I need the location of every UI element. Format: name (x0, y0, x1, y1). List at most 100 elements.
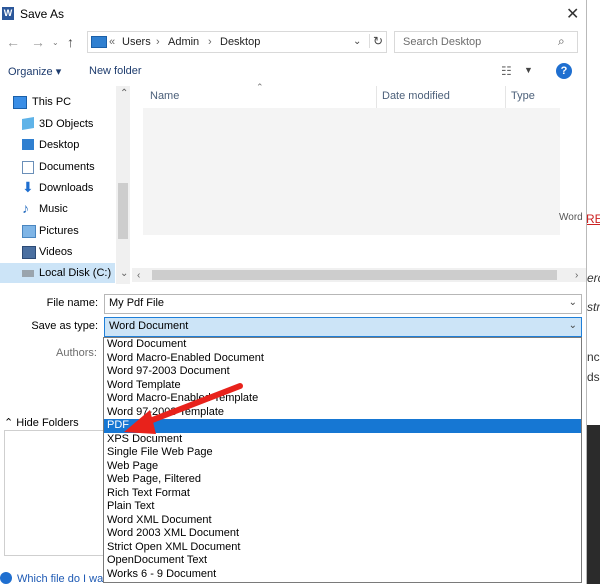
up-arrow-icon[interactable]: ↑ (67, 34, 74, 50)
sidebar-item-pictures[interactable]: Pictures (0, 221, 115, 241)
scroll-down-icon[interactable]: ⌄ (120, 268, 128, 279)
sidebar-item-label: Videos (39, 246, 73, 258)
save-as-type-value: Word Document (109, 320, 189, 332)
column-header-type[interactable]: Type (511, 90, 535, 102)
back-arrow-icon[interactable]: ← (6, 34, 20, 50)
help-circle-icon (0, 572, 12, 584)
dropdown-option[interactable]: Web Page (104, 460, 581, 474)
file-list-blurred (143, 108, 560, 235)
red-annotation-arrow (124, 383, 243, 434)
dropdown-option[interactable]: Strict Open XML Document (104, 541, 581, 555)
dropdown-option[interactable]: Word 2003 XML Document (104, 527, 581, 541)
dropdown-option[interactable]: Word Macro-Enabled Document (104, 352, 581, 366)
bg-fragment-ncl: ncl (587, 350, 600, 364)
video-icon (22, 246, 36, 259)
save-as-type-label: Save as type: (31, 320, 98, 332)
scroll-right-icon[interactable]: › (575, 270, 578, 281)
new-folder-button[interactable]: New folder (89, 65, 142, 77)
download-icon: ⬇ (22, 179, 34, 195)
dropdown-option[interactable]: Word 97-2003 Document (104, 365, 581, 379)
file-name-field[interactable]: My Pdf File ⌄ (104, 294, 582, 314)
music-icon: ♪ (22, 200, 29, 216)
navigation-pane: This PC 3D Objects Desktop Documents ⬇ D… (0, 86, 132, 288)
dropdown-option[interactable]: Plain Text (104, 500, 581, 514)
dropdown-option[interactable]: Word Document (104, 338, 581, 352)
breadcrumb-separator: › (156, 36, 160, 48)
chevron-down-icon[interactable]: ⌄ (569, 297, 577, 308)
column-separator (376, 86, 377, 108)
breadcrumb-desktop[interactable]: Desktop (220, 36, 260, 48)
computer-icon (13, 96, 27, 109)
dropdown-option[interactable]: OpenDocument Text (104, 554, 581, 568)
authors-label: Authors: (56, 347, 97, 359)
sidebar-item-label: Documents (39, 161, 95, 173)
scroll-up-icon[interactable]: ⌃ (120, 88, 128, 99)
this-pc-icon (91, 36, 107, 48)
sidebar-item-local-disk[interactable]: Local Disk (C:) (0, 263, 115, 283)
breadcrumb-admin[interactable]: Admin (168, 36, 199, 48)
address-dropdown-icon[interactable]: ⌄ (353, 36, 361, 47)
save-as-dialog: W Save As ✕ ← → ⌄ ↑ « Users › Admin › De… (0, 0, 587, 585)
sidebar-item-documents[interactable]: Documents (0, 157, 115, 177)
cube-icon (22, 116, 34, 131)
sidebar-item-3d-objects[interactable]: 3D Objects (0, 114, 115, 134)
column-header-name[interactable]: Name (150, 90, 179, 102)
breadcrumb-overflow[interactable]: « (109, 36, 115, 48)
sidebar-item-videos[interactable]: Videos (0, 242, 115, 262)
sidebar-item-label: Desktop (39, 139, 80, 151)
sidebar-item-label: Downloads (39, 182, 94, 194)
organize-button[interactable]: Organize ▾ (8, 65, 61, 78)
dropdown-option[interactable]: Web Page, Filtered (104, 473, 581, 487)
drive-icon (22, 270, 34, 277)
background-dark-panel (586, 425, 600, 584)
sidebar-item-label: This PC (32, 96, 72, 108)
dropdown-option[interactable]: Rich Text Format (104, 487, 581, 501)
bg-fragment-ds: ds, (587, 370, 600, 384)
pictures-icon (22, 225, 36, 238)
dropdown-option[interactable]: Word XML Document (104, 514, 581, 528)
search-box[interactable]: Search Desktop ⌕ (394, 31, 578, 53)
save-as-type-dropdown: Word Document Word Macro-Enabled Documen… (103, 337, 582, 583)
title-bar: W Save As ✕ (0, 0, 586, 28)
forward-arrow-icon[interactable]: → (31, 34, 45, 50)
recent-chevron-icon[interactable]: ⌄ (52, 38, 59, 47)
save-as-type-select[interactable]: Word Document ⌄ (104, 317, 582, 337)
search-icon: ⌕ (558, 34, 565, 48)
dropdown-option[interactable]: Single File Web Page (104, 446, 581, 460)
sidebar-item-this-pc[interactable]: This PC (0, 92, 115, 112)
breadcrumb-separator: › (208, 36, 212, 48)
help-button[interactable]: ? (556, 63, 572, 79)
sidebar-item-downloads[interactable]: ⬇ Downloads (0, 178, 115, 198)
scroll-left-icon[interactable]: ‹ (137, 270, 140, 281)
file-list-hscrollbar-thumb[interactable] (152, 270, 557, 280)
sidebar-item-desktop[interactable]: Desktop (0, 135, 115, 155)
refresh-icon[interactable]: ↻ (369, 34, 383, 48)
view-options-icon[interactable]: ☷ (501, 64, 512, 78)
column-header-date-modified[interactable]: Date modified (382, 90, 450, 102)
sort-indicator-icon: ⌃ (256, 82, 264, 92)
breadcrumb-users[interactable]: Users (122, 36, 151, 48)
sidebar-item-music[interactable]: ♪ Music (0, 199, 115, 219)
address-bar[interactable]: « Users › Admin › Desktop ⌄ ↻ (87, 31, 387, 53)
hide-folders-button[interactable]: ⌃ Hide Folders (4, 416, 79, 429)
search-input[interactable]: Search Desktop (403, 36, 481, 48)
hide-folders-label: Hide Folders (16, 417, 79, 429)
sidebar-item-label: Local Disk (C:) (39, 267, 112, 279)
close-icon[interactable]: ✕ (566, 4, 579, 24)
document-icon (22, 161, 34, 174)
file-name-label: File name: (46, 297, 98, 309)
window-title: Save As (20, 7, 65, 21)
navigation-scrollbar-thumb[interactable] (118, 183, 128, 239)
bg-fragment-str: str (587, 300, 600, 314)
desktop-icon (22, 139, 34, 150)
sidebar-item-label: 3D Objects (39, 118, 94, 130)
bg-fragment-word: Word (559, 212, 583, 223)
sidebar-item-label: Pictures (39, 225, 79, 237)
bg-fragment-rb: RE (586, 212, 600, 226)
view-dropdown-icon[interactable]: ▼ (524, 65, 533, 75)
chevron-down-icon[interactable]: ⌄ (569, 320, 577, 331)
bg-fragment-erc: erc (587, 271, 600, 285)
dropdown-option[interactable]: Works 6 - 9 Document (104, 568, 581, 582)
lower-panel (4, 430, 106, 556)
word-app-icon: W (2, 7, 14, 20)
